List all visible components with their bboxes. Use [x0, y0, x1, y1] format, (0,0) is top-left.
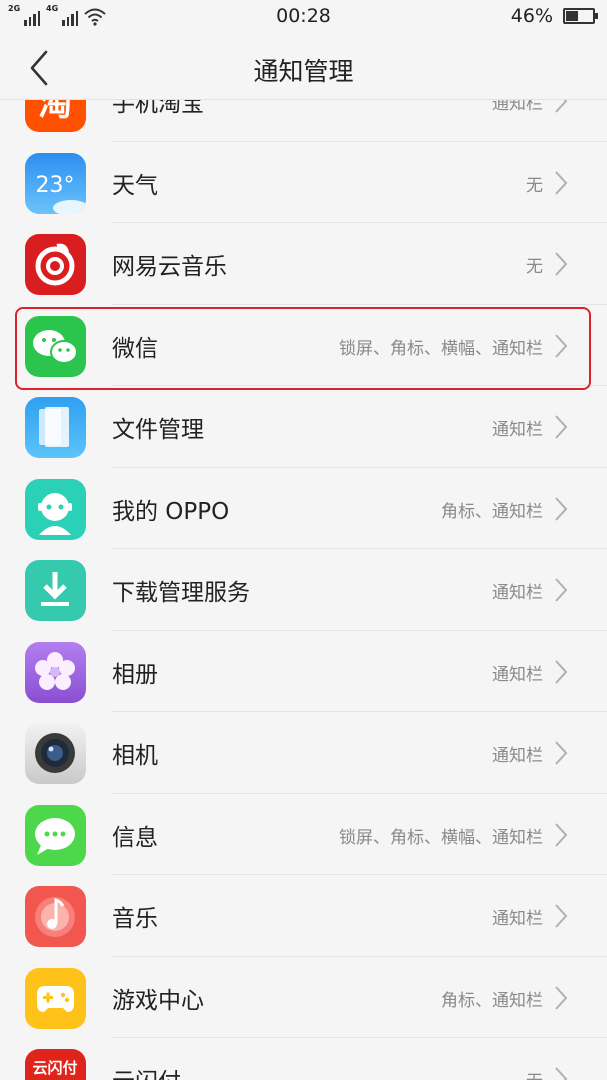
chevron-right-icon [555, 496, 568, 521]
weather-icon: 23° [25, 152, 86, 214]
app-name: 信息 [112, 824, 158, 851]
messages-icon [25, 804, 86, 866]
notification-status: 通知栏 [492, 909, 543, 929]
chevron-right-icon [555, 578, 568, 602]
notification-status: 通知栏 [492, 420, 543, 440]
app-list: 淘 手机淘宝 通知栏 23° 天气 无 网易云音乐 无 微信 锁屏、角标、横幅、… [0, 60, 607, 1080]
weather-temp: 23° [36, 173, 75, 198]
app-name: 云闪付 [112, 1062, 181, 1080]
chevron-right-icon [555, 822, 568, 847]
chevron-right-icon [555, 659, 568, 684]
app-row-photos[interactable]: 相册 通知栏 [0, 631, 607, 712]
status-right: 46% [510, 5, 598, 27]
app-name: 网易云音乐 [112, 254, 227, 280]
chevron-right-icon [555, 1067, 568, 1080]
page-title: 通知管理 [253, 57, 354, 86]
chevron-right-icon [555, 333, 568, 358]
app-row-netease-music[interactable]: 网易云音乐 无 [0, 223, 607, 305]
app-row-weather[interactable]: 23° 天气 无 [0, 142, 607, 223]
battery-level [566, 11, 578, 21]
wechat-icon [25, 315, 86, 377]
chevron-right-icon [555, 415, 568, 439]
notification-status: 角标、通知栏 [441, 990, 543, 1011]
notification-status: 通知栏 [492, 583, 543, 603]
download-icon [25, 560, 86, 621]
app-name: 游戏中心 [112, 987, 204, 1014]
netease-music-icon [25, 234, 86, 295]
app-row-music[interactable]: 音乐 通知栏 [0, 875, 607, 957]
notification-status: 通知栏 [492, 746, 543, 766]
app-name: 文件管理 [112, 417, 204, 443]
chevron-right-icon [555, 985, 568, 1010]
battery-percent: 46% [510, 5, 553, 27]
notification-status: 通知栏 [492, 664, 543, 685]
music-icon [25, 886, 86, 947]
app-name: 相机 [112, 743, 158, 769]
notification-status: 锁屏、角标、横幅、通知栏 [339, 338, 543, 359]
app-row-file-manager[interactable]: 文件管理 通知栏 [0, 386, 607, 468]
app-row-download-manager[interactable]: 下载管理服务 通知栏 [0, 549, 607, 631]
status-bar: 2G 4G 00:28 46% [0, 0, 607, 34]
app-row-unionpay[interactable]: 云闪付 云闪付 无 [0, 1038, 607, 1080]
app-name: 音乐 [112, 906, 158, 932]
notification-status: 无 [526, 1067, 543, 1080]
notification-status: 无 [526, 175, 543, 196]
camera-icon [25, 723, 86, 784]
chevron-right-icon [555, 170, 568, 195]
game-center-icon [25, 967, 86, 1029]
battery-icon [563, 8, 598, 24]
chevron-right-icon [555, 252, 568, 276]
title-bar: 通知管理 [0, 34, 607, 100]
chevron-right-icon [555, 904, 568, 928]
notification-status: 角标、通知栏 [441, 501, 543, 522]
app-name: 微信 [112, 335, 158, 362]
app-row-messages[interactable]: 信息 锁屏、角标、横幅、通知栏 [0, 794, 607, 875]
photos-icon [25, 641, 86, 703]
app-name: 天气 [112, 172, 158, 199]
my-oppo-icon [25, 478, 86, 540]
chevron-right-icon [555, 741, 568, 765]
app-row-camera[interactable]: 相机 通知栏 [0, 712, 607, 794]
app-name: 我的 OPPO [112, 498, 230, 525]
app-name: 下载管理服务 [112, 580, 250, 606]
notification-status: 无 [526, 257, 543, 277]
unionpay-icon: 云闪付 [25, 1049, 86, 1080]
svg-text:云闪付: 云闪付 [32, 1059, 77, 1077]
notification-status: 锁屏、角标、横幅、通知栏 [339, 827, 543, 848]
file-manager-icon [25, 397, 86, 458]
app-name: 相册 [112, 661, 158, 688]
app-row-wechat[interactable]: 微信 锁屏、角标、横幅、通知栏 [0, 305, 607, 386]
app-row-game-center[interactable]: 游戏中心 角标、通知栏 [0, 957, 607, 1038]
app-row-my-oppo[interactable]: 我的 OPPO 角标、通知栏 [0, 468, 607, 549]
